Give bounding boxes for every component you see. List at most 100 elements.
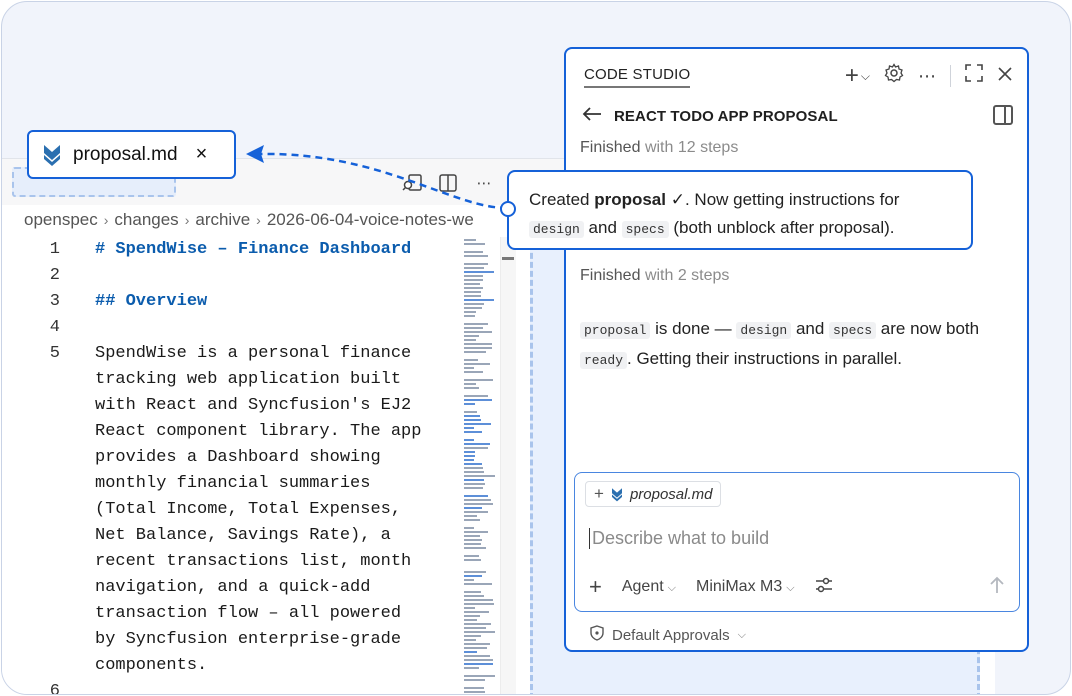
attach-icon[interactable]: + [589, 574, 602, 600]
minimap-line [464, 323, 488, 325]
minimap-line [464, 467, 483, 469]
dragged-editor-tab[interactable]: proposal.md × [27, 130, 236, 179]
message-text: are now both [876, 319, 980, 338]
chevron-down-icon[interactable]: ⌵ [861, 65, 870, 87]
minimap-line [464, 555, 479, 557]
minimap-line [464, 471, 484, 473]
minimap-line [464, 599, 493, 601]
minimap-line [464, 515, 477, 517]
minimap-line [464, 647, 487, 649]
vertical-scrollbar[interactable] [500, 237, 516, 694]
minimap-line [464, 327, 483, 329]
arrow-left-icon[interactable] [582, 105, 602, 128]
model-dropdown[interactable]: MiniMax M3 ⌵ [696, 578, 795, 596]
minimap-line [464, 367, 474, 369]
close-icon[interactable] [997, 65, 1013, 87]
minimap-line [464, 299, 494, 301]
minimap-line [464, 627, 486, 629]
minimap-line [464, 403, 475, 405]
panel-header: CODE STUDIO + ⌵ ⋯ [566, 49, 1027, 99]
breadcrumb-item[interactable]: archive [195, 210, 250, 230]
minimap-line [464, 535, 480, 537]
minimap-line [464, 447, 488, 449]
minimap-line [464, 655, 490, 657]
minimap-line [464, 571, 486, 573]
mode-dropdown[interactable]: Agent ⌵ [622, 578, 676, 596]
breadcrumb-item[interactable]: openspec [24, 210, 98, 230]
minimap-line [464, 271, 494, 273]
new-chat-icon[interactable]: + [845, 63, 859, 87]
chevron-right-icon: › [184, 212, 190, 228]
more-actions-icon[interactable]: ⋯ [918, 65, 936, 87]
message-text: . Getting their instructions in parallel… [627, 349, 902, 368]
chat-composer[interactable]: + proposal.md Describe what to build + A… [574, 472, 1020, 612]
context-file-name: proposal.md [629, 485, 713, 503]
context-file-chip[interactable]: + proposal.md [585, 481, 722, 507]
minimap-line [464, 419, 481, 421]
minimap-line [464, 631, 495, 633]
approvals-dropdown[interactable]: Default Approvals ⌵ [590, 625, 746, 645]
minimap-line [464, 255, 488, 257]
session-title: REACT TODO APP PROPOSAL [614, 108, 838, 125]
step-summary[interactable]: Finished with 12 steps [580, 139, 738, 157]
step-summary-label: Finished [580, 139, 641, 156]
step-summary-detail: with 12 steps [644, 139, 739, 156]
add-context-icon[interactable]: + [594, 484, 604, 504]
minimap-line [464, 519, 480, 521]
settings-sliders-icon[interactable] [815, 577, 833, 598]
minimap-line [464, 383, 476, 385]
minimap-line [464, 499, 491, 501]
split-editor-icon[interactable] [436, 171, 460, 195]
minimap-line [464, 547, 486, 549]
minimap[interactable] [460, 237, 500, 694]
code-line: SpendWise is a personal finance tracking… [95, 344, 422, 675]
minimap-line [464, 475, 495, 477]
minimap-line [464, 611, 489, 613]
minimap-line [464, 667, 479, 669]
minimap-line [464, 371, 483, 373]
minimap-line [464, 579, 474, 581]
inline-code: design [736, 322, 792, 339]
message-text: is done — [650, 319, 737, 338]
minimap-line [464, 483, 485, 485]
minimap-line [464, 539, 482, 541]
code-editor[interactable]: 1 # SpendWise – Finance Dashboard 2 3 ##… [2, 237, 458, 695]
gear-icon[interactable] [884, 63, 904, 88]
message-text: (both unblock after proposal). [668, 218, 895, 237]
minimap-line [464, 347, 492, 349]
panel-title[interactable]: CODE STUDIO [584, 66, 691, 88]
minimap-line [464, 643, 490, 645]
minimap-line [464, 615, 480, 617]
breadcrumb-item[interactable]: 2026-06-04-voice-notes-we [267, 210, 474, 230]
send-arrow-icon[interactable] [989, 576, 1005, 599]
chat-input[interactable]: Describe what to build [589, 528, 769, 549]
download-icon [44, 144, 60, 166]
minimap-line [464, 359, 478, 361]
session-header: REACT TODO APP PROPOSAL [582, 105, 838, 128]
breadcrumb-item[interactable]: changes [114, 210, 178, 230]
maximize-icon[interactable] [965, 64, 983, 87]
message-text: and [583, 218, 622, 237]
step-summary[interactable]: Finished with 2 steps [580, 267, 729, 285]
minimap-line [464, 679, 485, 681]
minimap-line [464, 267, 484, 269]
open-preview-icon[interactable] [400, 171, 424, 195]
minimap-line [464, 303, 484, 305]
line-number: 6 [49, 682, 60, 695]
editor-actions: ⋯ [400, 171, 496, 195]
inline-code: design [529, 221, 584, 238]
minimap-line [464, 619, 477, 621]
minimap-line [464, 559, 481, 561]
toggle-sidebar-icon[interactable] [993, 105, 1013, 125]
close-icon[interactable]: × [196, 143, 208, 166]
minimap-line [464, 443, 490, 445]
chevron-down-icon: ⌵ [667, 582, 677, 594]
tab-filename: proposal.md [73, 143, 178, 165]
code-line: ## Overview [95, 292, 208, 311]
code-line: # SpendWise – Finance Dashboard [95, 240, 412, 259]
inline-code: proposal [580, 322, 651, 339]
minimap-line [464, 379, 493, 381]
minimap-line [464, 311, 476, 313]
minimap-line [464, 295, 481, 297]
more-actions-icon[interactable]: ⋯ [472, 171, 496, 195]
